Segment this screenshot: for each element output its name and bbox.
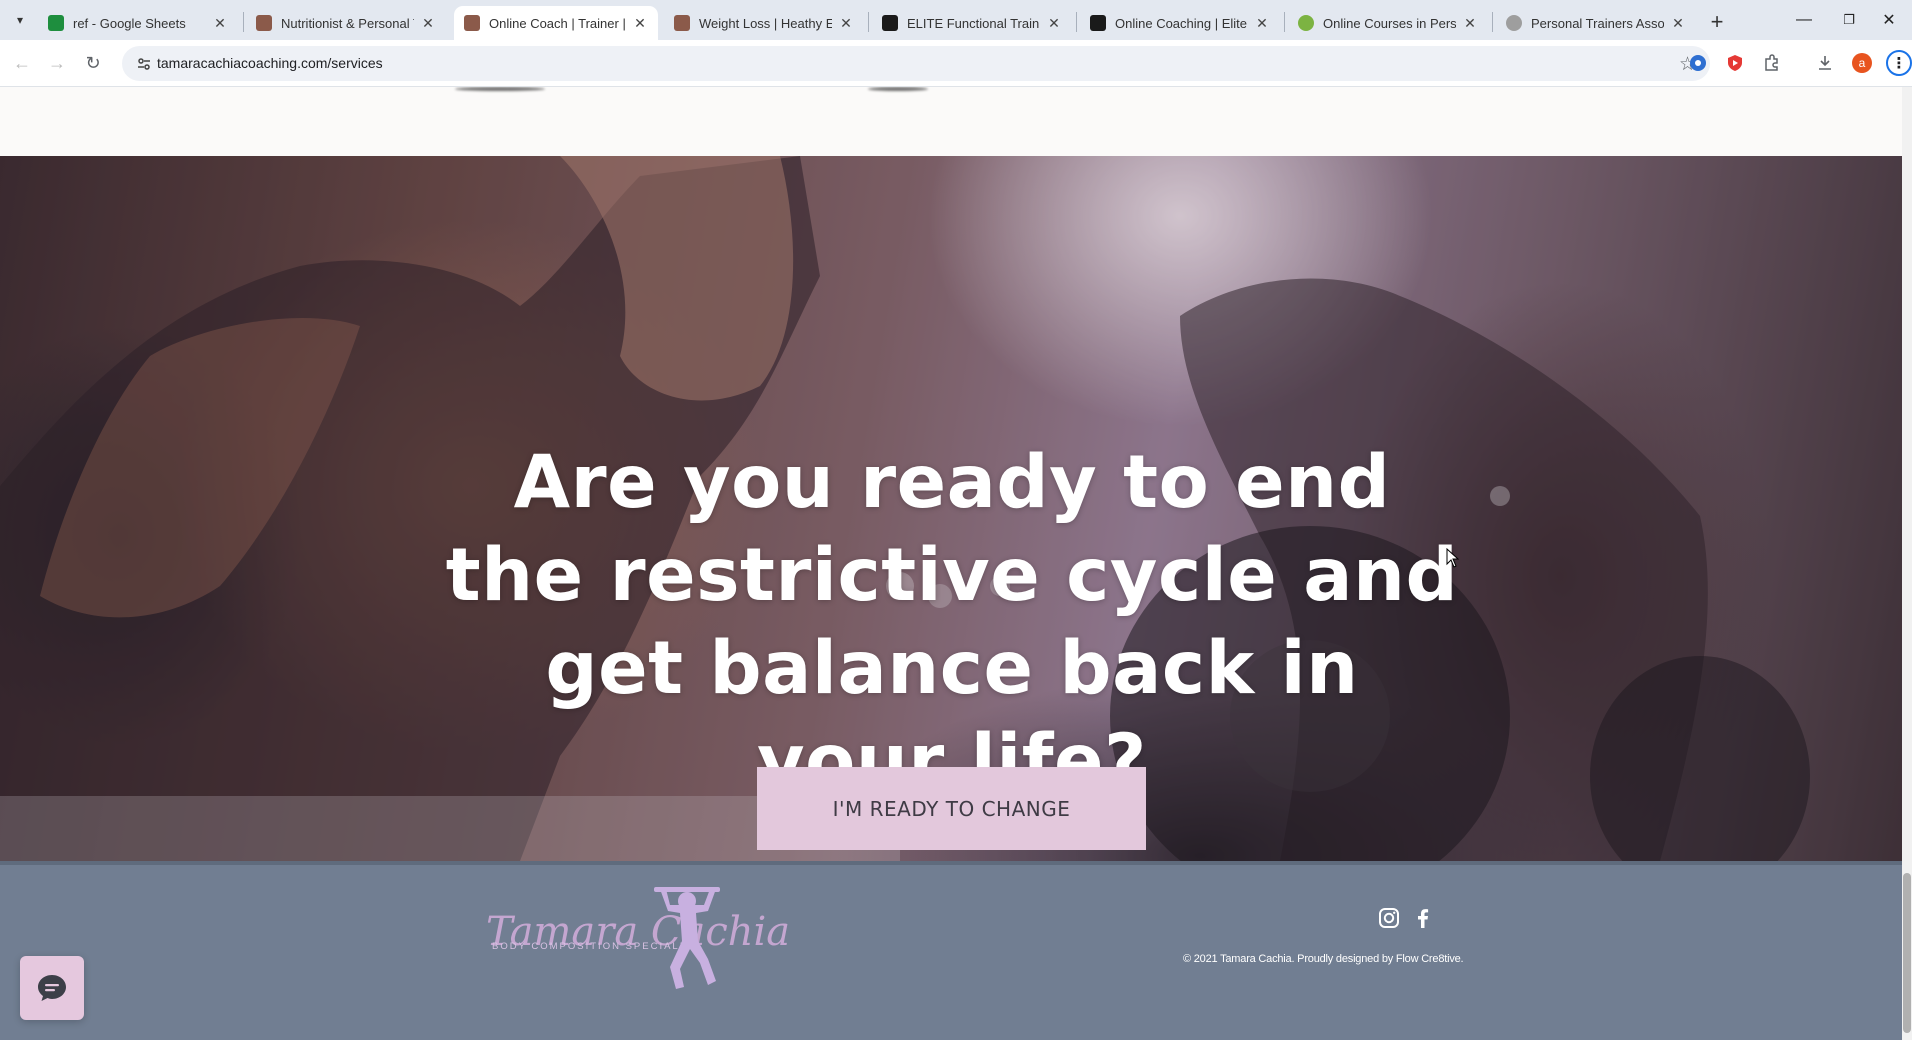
tab-weight-loss[interactable]: Weight Loss | Heathy Eati ✕ (664, 6, 864, 40)
back-button[interactable]: ← (9, 50, 35, 76)
webpage: Are you ready to end the restrictive cyc… (0, 87, 1902, 1040)
previous-section-strip (0, 87, 1902, 156)
url-text: tamaracachiacoaching.com/services (157, 55, 383, 71)
close-icon[interactable]: ✕ (1254, 15, 1270, 32)
tab-title: ELITE Functional Training (907, 15, 1040, 31)
close-icon[interactable]: ✕ (838, 15, 854, 32)
site-footer: Tamara Cachia BODY COMPOSITION SPECIALIS… (0, 861, 1902, 1040)
reload-button[interactable]: ↻ (80, 50, 106, 76)
tab-title: Personal Trainers Associat (1531, 15, 1664, 31)
tab-online-coach[interactable]: Online Coach | Trainer | N ✕ (454, 6, 658, 40)
copyright-text: © 2021 Tamara Cachia. Proudly designed b… (1183, 953, 1464, 965)
extensions-puzzle-icon[interactable] (1761, 52, 1783, 74)
google-sheets-icon (48, 15, 64, 31)
tab-online-coaching-elite[interactable]: Online Coaching | Elite Fu ✕ (1080, 6, 1280, 40)
close-icon[interactable]: ✕ (1046, 15, 1062, 32)
shield-extension-icon[interactable] (1724, 52, 1746, 74)
chat-bubble-icon (38, 975, 66, 1001)
decorative-shadow (868, 87, 928, 91)
site-favicon-icon (882, 15, 898, 31)
forward-button[interactable]: → (44, 50, 70, 76)
instagram-icon[interactable] (1376, 905, 1402, 931)
site-favicon-icon (1298, 15, 1314, 31)
profile-avatar[interactable]: a (1851, 52, 1873, 74)
new-tab-button[interactable]: + (1703, 8, 1731, 36)
close-icon[interactable]: ✕ (1462, 15, 1478, 32)
download-icon[interactable] (1814, 52, 1836, 74)
menu-kebab-icon[interactable]: ⋮ (1886, 50, 1912, 76)
tab-elite-functional[interactable]: ELITE Functional Training ✕ (872, 6, 1072, 40)
facebook-icon[interactable] (1410, 905, 1436, 931)
close-icon[interactable]: ✕ (420, 15, 436, 32)
tab-nutritionist[interactable]: Nutritionist & Personal Tr ✕ (246, 6, 446, 40)
hero-headline: Are you ready to end the restrictive cyc… (445, 440, 1459, 804)
extension-icon[interactable] (1687, 52, 1709, 74)
address-bar[interactable]: tamaracachiacoaching.com/services ☆ (122, 46, 1710, 81)
tab-separator (243, 12, 244, 32)
brand-logo[interactable]: Tamara Cachia BODY COMPOSITION SPECIALIS… (478, 883, 790, 993)
tab-search-icon[interactable]: ▾ (10, 10, 30, 30)
close-icon[interactable]: ✕ (212, 15, 228, 32)
site-favicon-icon (1506, 15, 1522, 31)
site-favicon-icon (256, 15, 272, 31)
tab-separator (1076, 12, 1077, 32)
browser-toolbar: ← → ↻ tamaracachiacoaching.com/services … (0, 40, 1912, 87)
tab-separator (1284, 12, 1285, 32)
tab-title: Weight Loss | Heathy Eati (699, 15, 832, 31)
tab-title: ref - Google Sheets (73, 15, 186, 31)
scrollbar-thumb[interactable] (1903, 873, 1911, 1033)
chat-widget-button[interactable] (20, 956, 84, 1020)
decorative-shadow (455, 87, 545, 91)
close-window-button[interactable]: ✕ (1860, 0, 1912, 40)
tab-strip: ▾ ref - Google Sheets ✕ Nutritionist & P… (0, 0, 1912, 40)
close-icon[interactable]: ✕ (632, 15, 648, 32)
tab-personal-trainers[interactable]: Personal Trainers Associat ✕ (1496, 6, 1696, 40)
site-favicon-icon (1090, 15, 1106, 31)
mouse-cursor-icon (1446, 548, 1460, 568)
tab-separator (868, 12, 869, 32)
tab-title: Online Coaching | Elite Fu (1115, 15, 1248, 31)
site-favicon-icon (464, 15, 480, 31)
tab-separator (1492, 12, 1493, 32)
tab-ref-google-sheets[interactable]: ref - Google Sheets ✕ (38, 6, 238, 40)
hero-section: Are you ready to end the restrictive cyc… (0, 156, 1902, 861)
site-info-icon[interactable] (134, 54, 154, 74)
ready-to-change-button[interactable]: I'M READY TO CHANGE (757, 767, 1146, 850)
athlete-figure-icon (654, 887, 720, 989)
page-scrollbar[interactable] (1902, 87, 1912, 1040)
tab-title: Online Courses in Persona (1323, 15, 1456, 31)
tab-online-courses[interactable]: Online Courses in Persona ✕ (1288, 6, 1488, 40)
close-icon[interactable]: ✕ (1670, 15, 1686, 32)
site-favicon-icon (674, 15, 690, 31)
tab-title: Nutritionist & Personal Tr (281, 15, 414, 31)
avatar-initial: a (1852, 53, 1872, 73)
tab-title: Online Coach | Trainer | N (489, 15, 626, 31)
